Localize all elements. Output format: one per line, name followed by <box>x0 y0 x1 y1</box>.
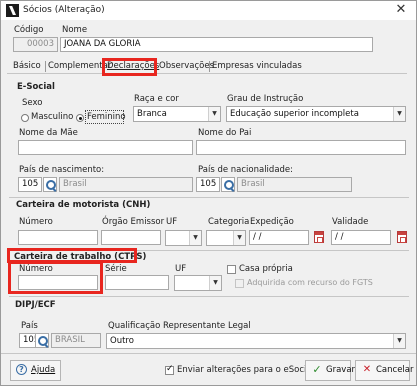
pai-label: Nome do Pai <box>198 128 252 138</box>
checkmark-icon: ✓ <box>312 363 322 376</box>
cnh-expedicao-label: Expedição <box>250 217 294 227</box>
fgts-checkbox <box>235 279 244 288</box>
cnh-uf-select[interactable]: ▼ <box>165 230 202 246</box>
nome-label: Nome <box>62 25 88 35</box>
grau-value: Educação superior incompleta <box>230 109 359 119</box>
divider <box>9 296 409 297</box>
tab-empresas-vinculadas[interactable]: Empresas vinculadas <box>212 60 302 74</box>
tab-highlight <box>102 58 157 76</box>
cnh-validade-label: Validade <box>332 217 369 227</box>
cnh-numero-label: Número <box>19 217 53 227</box>
footer-divider <box>1 353 416 354</box>
chevron-down-icon: ▼ <box>393 334 405 348</box>
sexo-label: Sexo <box>22 98 43 108</box>
ajuda-button[interactable]: ? Ajuda <box>10 360 61 381</box>
dipj-pais-label: País <box>21 321 38 331</box>
cnh-orgao-field[interactable] <box>101 230 161 245</box>
ctps-uf-select[interactable]: ▼ <box>174 275 222 291</box>
qualificacao-select[interactable]: Outro ▼ <box>106 333 406 349</box>
cnh-categoria-label: Categoria <box>208 217 250 227</box>
dipj-pais-name: BRASIL <box>51 333 101 348</box>
grau-label: Grau de Instrução <box>227 94 304 104</box>
pais-nacionalidade-code[interactable]: 105 <box>196 177 220 192</box>
pais-nascimento-code[interactable]: 105 <box>18 177 42 192</box>
raca-select[interactable]: Branca ▼ <box>133 106 221 122</box>
enviar-esocial-checkbox[interactable] <box>165 364 174 375</box>
title-bar: Sócios (Alteração) ✕ <box>1 1 416 20</box>
chevron-down-icon: ▼ <box>208 107 220 121</box>
cancelar-button[interactable]: ✕ Cancelar <box>355 360 414 381</box>
tab-observacoes[interactable]: Observações <box>159 60 214 74</box>
mae-field[interactable] <box>18 140 193 155</box>
help-icon: ? <box>16 364 27 375</box>
cnh-numero-field[interactable] <box>18 230 98 245</box>
chevron-down-icon: ▼ <box>189 231 201 245</box>
gravar-label: Gravar <box>326 365 356 375</box>
ctps-numero-highlight <box>8 261 103 294</box>
cnh-orgao-label: Órgão Emissor <box>102 217 165 227</box>
pais-nacionalidade-name: Brasil <box>237 177 352 192</box>
search-icon[interactable] <box>221 177 235 192</box>
cnh-validade-field[interactable]: / / <box>331 230 391 245</box>
cnh-section-title: Carteira de motorista (CNH) <box>16 200 151 210</box>
raca-value: Branca <box>137 109 167 119</box>
chevron-down-icon: ▼ <box>209 276 221 290</box>
pais-nacionalidade-label: País de nacionalidade: <box>198 165 294 175</box>
app-logo-icon <box>6 4 19 17</box>
sexo-feminino-radio[interactable] <box>76 114 84 122</box>
ajuda-label: Ajuda <box>31 365 56 375</box>
search-icon[interactable] <box>35 333 49 348</box>
casa-propria-checkbox[interactable] <box>227 265 236 274</box>
fgts-label: Adquirida com recurso do FGTS <box>247 278 373 287</box>
close-icon[interactable]: ✕ <box>386 1 416 20</box>
cnh-uf-label: UF <box>166 217 178 227</box>
sexo-feminino-label: Feminino <box>87 112 126 122</box>
cancel-x-icon: ✕ <box>362 364 372 375</box>
cnh-expedicao-field[interactable]: / / <box>249 230 309 245</box>
codigo-label: Código <box>14 25 44 35</box>
qualificacao-label: Qualificação Representante Legal <box>108 321 251 331</box>
gravar-button[interactable]: ✓ Gravar <box>305 360 355 381</box>
dipj-section-title: DIPJ/ECF <box>15 300 56 310</box>
tab-divider <box>209 61 210 72</box>
sexo-masculino-radio[interactable] <box>21 114 29 122</box>
divider <box>9 197 409 198</box>
pais-nascimento-label: País de nascimento: <box>19 165 105 175</box>
mae-label: Nome da Mãe <box>19 128 78 138</box>
ctps-serie-label: Série <box>105 264 127 274</box>
casa-propria-label: Casa própria <box>239 264 293 274</box>
raca-label: Raça e cor <box>134 94 179 104</box>
sexo-masculino-label: Masculino <box>31 112 74 122</box>
search-icon[interactable] <box>43 177 57 192</box>
pai-field[interactable] <box>196 140 406 155</box>
socios-window: Sócios (Alteração) ✕ Código 00003 Nome J… <box>0 0 417 386</box>
grau-select[interactable]: Educação superior incompleta ▼ <box>226 106 406 122</box>
window-title: Sócios (Alteração) <box>23 5 105 15</box>
qualificacao-value: Outro <box>110 336 134 346</box>
pais-nascimento-name: Brasil <box>59 177 193 192</box>
ctps-serie-field[interactable] <box>105 275 169 290</box>
cancelar-label: Cancelar <box>376 365 414 375</box>
tab-divider <box>45 61 46 72</box>
cnh-categoria-select[interactable]: ▼ <box>206 230 246 246</box>
esocial-section-title: E-Social <box>17 82 55 92</box>
calendar-icon[interactable] <box>314 231 324 243</box>
nome-field[interactable]: JOANA DA GLORIA <box>60 37 373 52</box>
chevron-down-icon: ▼ <box>393 107 405 121</box>
ctps-uf-label: UF <box>175 264 187 274</box>
calendar-icon[interactable] <box>397 231 407 243</box>
tab-basico[interactable]: Básico <box>13 60 41 74</box>
chevron-down-icon: ▼ <box>233 231 245 245</box>
codigo-field: 00003 <box>13 37 58 52</box>
enviar-esocial-label: Enviar alterações para o eSocial <box>177 365 314 375</box>
